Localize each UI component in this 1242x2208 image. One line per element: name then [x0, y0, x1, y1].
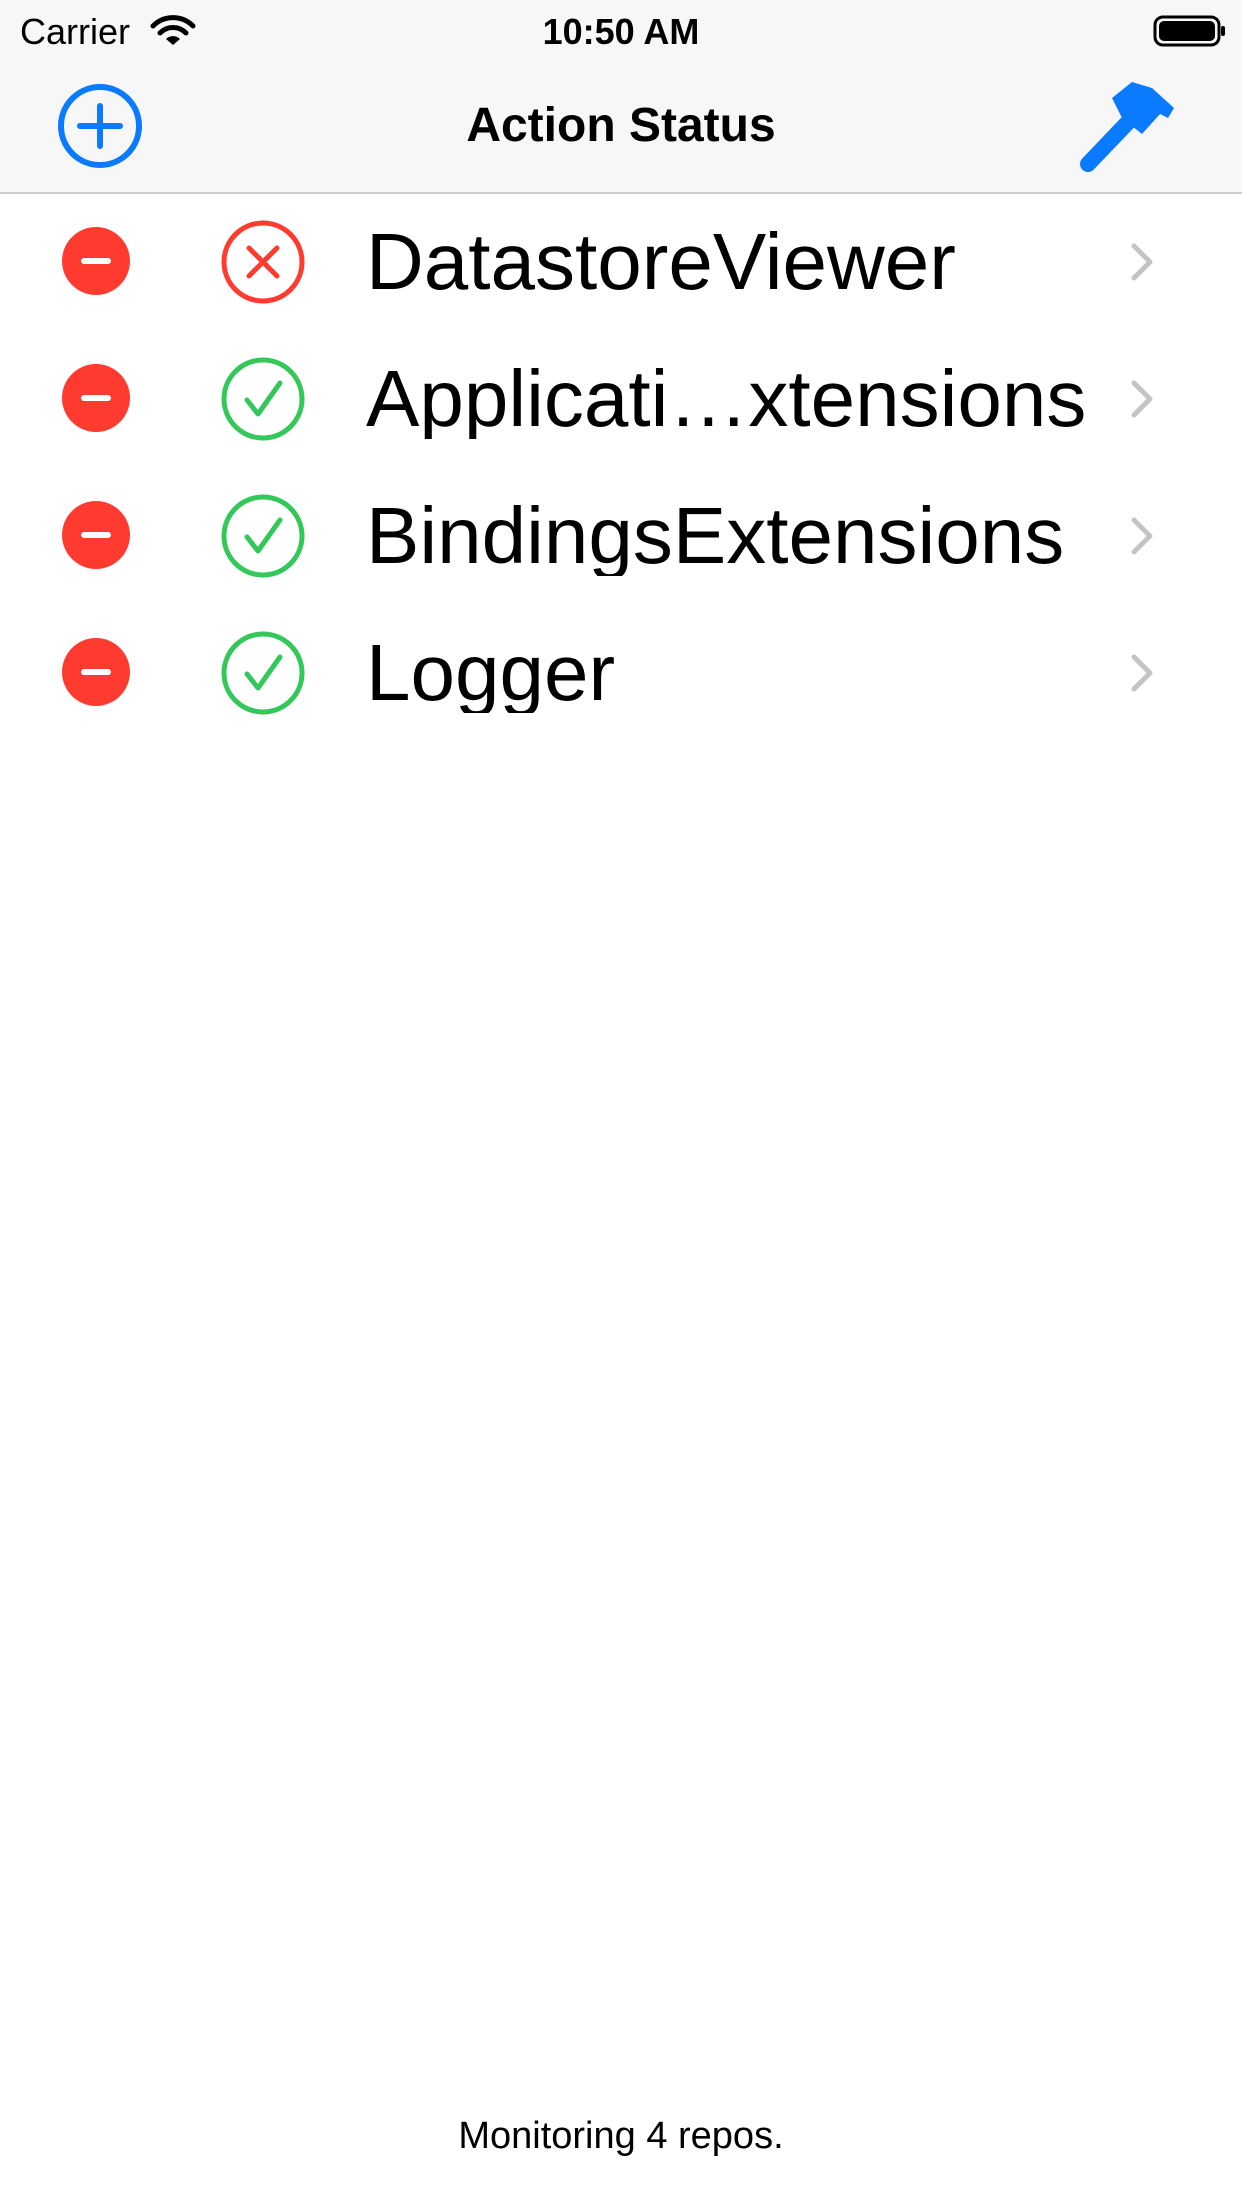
list-item[interactable]: DatastoreViewer — [0, 192, 1242, 329]
list-item[interactable]: BindingsExtensions — [0, 466, 1242, 603]
navigation-bar: Action Status — [0, 60, 1242, 194]
repo-name: BindingsExtensions — [366, 496, 1065, 576]
repo-name: Logger — [366, 633, 616, 713]
checkmark-circle-icon — [221, 631, 305, 715]
delete-button[interactable] — [62, 638, 130, 706]
hammer-icon — [1080, 82, 1174, 172]
checkmark-circle-icon — [221, 494, 305, 578]
list-item[interactable]: Applicati…xtensions — [0, 329, 1242, 466]
repo-list: DatastoreViewer Applicati…xtensions Bind… — [0, 192, 1242, 740]
xmark-circle-icon — [221, 220, 305, 304]
repo-name: Applicati…xtensions — [366, 359, 1087, 439]
list-item[interactable]: Logger — [0, 603, 1242, 740]
chevron-right-icon — [1131, 654, 1153, 692]
chevron-right-icon — [1131, 243, 1153, 281]
footer-status-text: Monitoring 4 repos. — [458, 2115, 784, 2157]
delete-button[interactable] — [62, 501, 130, 569]
repo-name: DatastoreViewer — [366, 222, 956, 302]
battery-icon — [1153, 15, 1225, 47]
delete-button[interactable] — [62, 227, 130, 295]
chevron-right-icon — [1131, 517, 1153, 555]
status-bar: Carrier 10:50 AM — [0, 0, 1242, 60]
chevron-right-icon — [1131, 380, 1153, 418]
clock-label: 10:50 AM — [542, 11, 700, 52]
checkmark-circle-icon — [221, 357, 305, 441]
delete-button[interactable] — [62, 364, 130, 432]
settings-button[interactable] — [1072, 74, 1184, 178]
page-title: Action Status — [466, 99, 776, 152]
